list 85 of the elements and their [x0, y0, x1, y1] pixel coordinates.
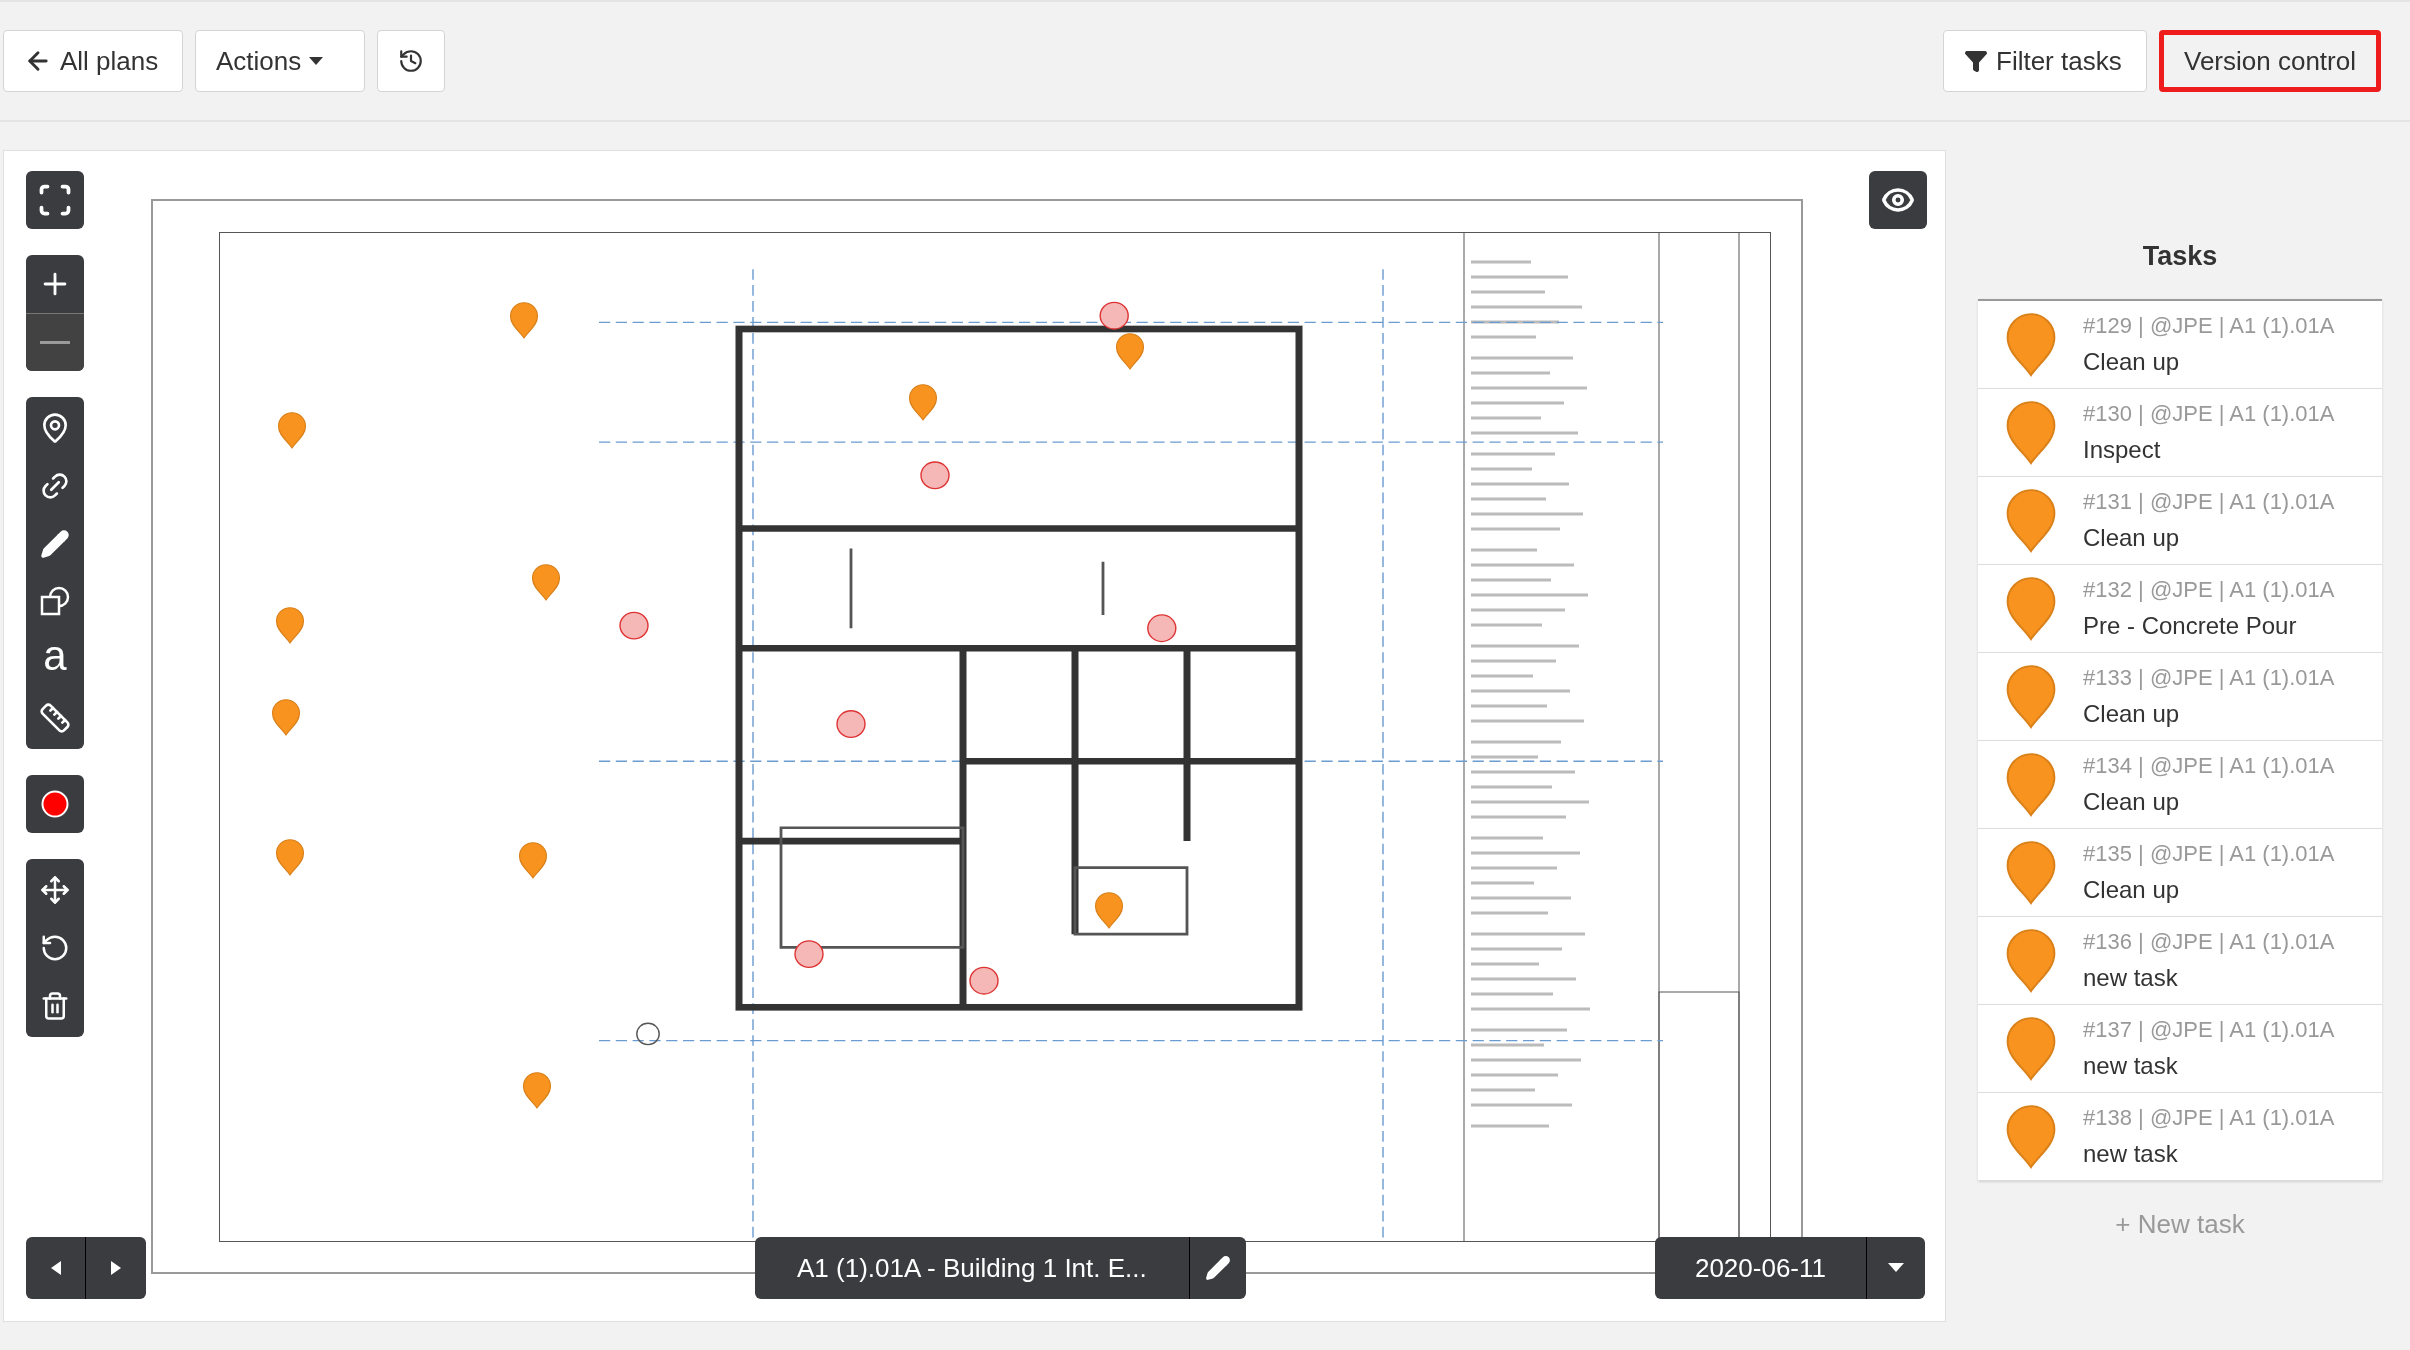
map-pin-icon [1094, 891, 1124, 929]
map-pin-icon [1115, 332, 1145, 370]
map-pin-icon [518, 841, 548, 879]
map-pin-icon [275, 606, 305, 644]
task-title: new task [2083, 1138, 2179, 1169]
task-item[interactable]: #138 | @JPE | A1 (1).01A new task [1978, 1092, 2382, 1181]
task-title: new task [2083, 962, 2179, 993]
tasks-title: Tasks [2141, 240, 2219, 273]
section-marker-icon [794, 940, 824, 969]
task-item[interactable]: #135 | @JPE | A1 (1).01A Clean up [1978, 828, 2382, 917]
actions-button[interactable]: Actions [195, 30, 365, 92]
map-pin-icon [2004, 927, 2057, 993]
task-meta: #133 | @JPE | A1 (1).01A [2083, 663, 2335, 692]
task-item[interactable]: #134 | @JPE | A1 (1).01A Clean up [1978, 740, 2382, 829]
map-pin-icon [509, 301, 539, 339]
move-icon [40, 875, 70, 905]
map-pin-icon [2004, 487, 2057, 553]
task-item[interactable]: #132 | @JPE | A1 (1).01A Pre - Concrete Pour [1978, 564, 2382, 653]
task-title: Clean up [2083, 786, 2181, 817]
record-icon [41, 790, 69, 818]
task-meta: #138 | @JPE | A1 (1).01A [2083, 1103, 2335, 1132]
task-item[interactable]: #131 | @JPE | A1 (1).01A Clean up [1978, 476, 2382, 565]
map-pin-icon [275, 838, 305, 876]
zoom-out-button[interactable] [26, 313, 84, 371]
trash-icon [40, 991, 70, 1021]
fullscreen-icon [37, 182, 73, 218]
task-item[interactable]: #137 | @JPE | A1 (1).01A new task [1978, 1004, 2382, 1093]
left-triangle-icon [50, 1261, 61, 1275]
task-title: new task [2083, 1050, 2179, 1081]
section-marker-icon [1099, 301, 1129, 330]
task-meta: #132 | @JPE | A1 (1).01A [2083, 575, 2335, 604]
map-pin-icon [271, 698, 301, 736]
plan-date: 2020-06-11 [1655, 1237, 1867, 1299]
map-pin-icon [2004, 751, 2057, 817]
task-title: Clean up [2083, 346, 2181, 377]
task-meta: #129 | @JPE | A1 (1).01A [2083, 311, 2335, 340]
grid-marker-icon [636, 1022, 660, 1046]
visibility-button[interactable] [1869, 171, 1927, 229]
map-pin-icon [2004, 311, 2057, 377]
map-pin-icon [277, 411, 307, 449]
section-marker-icon [836, 710, 866, 738]
text-tool-button[interactable]: a [26, 631, 84, 689]
task-meta: #131 | @JPE | A1 (1).01A [2083, 487, 2335, 516]
plan-name: A1 (1).01A - Building 1 Int. E... [755, 1237, 1190, 1299]
section-marker-icon [619, 611, 649, 640]
task-title: Pre - Concrete Pour [2083, 610, 2298, 641]
version-control-button[interactable]: Version control [2159, 30, 2381, 92]
task-meta: #136 | @JPE | A1 (1).01A [2083, 927, 2335, 956]
map-pin-icon [522, 1071, 552, 1109]
map-pin-icon [2004, 575, 2057, 641]
task-title: Inspect [2083, 434, 2162, 465]
section-marker-icon [920, 461, 950, 490]
filter-icon [1964, 49, 1988, 73]
caret-icon [1888, 1263, 1904, 1273]
task-meta: #137 | @JPE | A1 (1).01A [2083, 1015, 2335, 1044]
caret-icon [309, 56, 324, 66]
filter-tasks-button[interactable]: Filter tasks [1943, 30, 2147, 92]
task-item[interactable]: #136 | @JPE | A1 (1).01A new task [1978, 916, 2382, 1005]
task-item[interactable]: #129 | @JPE | A1 (1).01A Clean up [1978, 300, 2382, 389]
task-item[interactable]: #130 | @JPE | A1 (1).01A Inspect [1978, 388, 2382, 477]
task-meta: #130 | @JPE | A1 (1).01A [2083, 399, 2335, 428]
shapes-icon [39, 586, 71, 618]
section-marker-icon [969, 966, 999, 995]
ruler-icon [39, 702, 71, 734]
rotate-icon [40, 933, 70, 963]
map-pin-icon [2004, 1103, 2057, 1169]
map-pin-icon [2004, 663, 2057, 729]
task-title: Clean up [2083, 698, 2181, 729]
right-triangle-icon [111, 1261, 121, 1275]
task-title: Clean up [2083, 874, 2181, 905]
task-meta: #134 | @JPE | A1 (1).01A [2083, 751, 2335, 780]
map-pin-icon [2004, 399, 2057, 465]
task-meta: #135 | @JPE | A1 (1).01A [2083, 839, 2335, 868]
map-pin-icon [908, 383, 938, 421]
pencil-icon [40, 529, 70, 559]
map-pin-icon [2004, 1015, 2057, 1081]
history-button[interactable] [377, 30, 445, 92]
task-title: Clean up [2083, 522, 2181, 553]
task-item[interactable]: #133 | @JPE | A1 (1).01A Clean up [1978, 652, 2382, 741]
map-pin-icon [2004, 839, 2057, 905]
section-marker-icon [1147, 614, 1177, 643]
pencil-icon [1204, 1255, 1231, 1281]
all-plans-button[interactable]: All plans [3, 30, 183, 92]
minus-icon [40, 341, 70, 344]
map-pin-icon [531, 563, 561, 601]
